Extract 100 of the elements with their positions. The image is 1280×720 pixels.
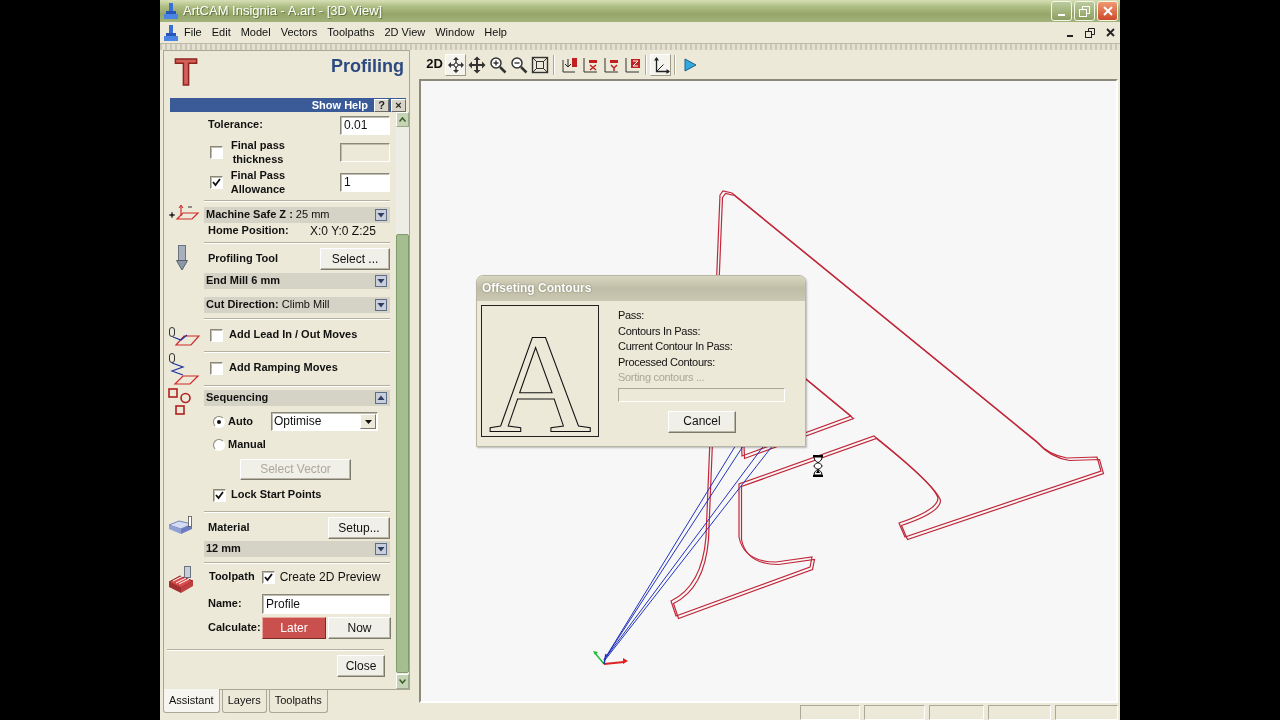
toolpath-stack-icon <box>168 566 194 594</box>
chevron-down-icon <box>399 679 406 684</box>
ramp-icon <box>168 353 200 385</box>
radio-button[interactable] <box>213 415 225 428</box>
logo-mark: T <box>175 55 197 91</box>
scroll-thumb[interactable] <box>396 234 409 673</box>
scrollbar[interactable] <box>396 112 409 689</box>
hourglass-icon <box>812 455 824 477</box>
radio-label: Auto <box>228 414 255 429</box>
scroll-down-button[interactable] <box>396 674 409 689</box>
menu-item[interactable]: Window <box>430 24 480 41</box>
status-panel <box>1055 705 1118 720</box>
toolbar-button[interactable] <box>445 53 466 76</box>
minimize-icon <box>1067 34 1073 37</box>
field-label: Toolpath <box>209 570 255 584</box>
later-button[interactable]: Later <box>262 617 326 639</box>
end-mill-icon <box>175 245 189 271</box>
checkbox-label: Create 2D Preview <box>279 569 381 585</box>
panel-title: Profiling <box>331 55 404 78</box>
checkbox[interactable] <box>213 488 226 502</box>
tolerance-field[interactable]: 0.01 <box>340 115 390 135</box>
scroll-up-button[interactable] <box>396 112 409 127</box>
method-dropdown[interactable]: Optimise <box>271 412 378 431</box>
axis-view-icon <box>559 55 578 74</box>
dropdown-bar[interactable]: Machine Safe Z : 25 mm <box>204 207 390 223</box>
axis-view-icon <box>580 55 599 74</box>
dropdown-bar[interactable]: Cut Direction: Climb Mill <box>204 297 390 313</box>
restore-icon <box>1079 5 1090 17</box>
close-icon <box>1102 6 1113 16</box>
restore-icon <box>1085 27 1095 38</box>
status-panel <box>988 705 1051 720</box>
axes-icon <box>651 55 670 74</box>
dialog-title: Offseting Contours <box>482 281 592 296</box>
field-label: Calculate: <box>207 621 262 635</box>
zoom-in-icon <box>488 55 507 74</box>
radio-label: Manual <box>228 438 266 452</box>
status-panel <box>800 705 860 720</box>
value-field[interactable]: 1 <box>340 172 390 192</box>
menu-item[interactable]: Vectors <box>275 24 323 41</box>
field-label: Material <box>207 521 250 535</box>
restore-button[interactable] <box>1082 25 1098 40</box>
checkbox-label: Final Pass Allowance <box>229 168 287 196</box>
axis-view-icon <box>622 55 641 74</box>
toolbar-button[interactable] <box>650 53 671 76</box>
plane-height-icon <box>168 204 200 222</box>
four-arrows-icon <box>446 55 465 74</box>
panel-tab[interactable]: Toolpaths <box>268 690 328 713</box>
menu-item[interactable]: File <box>179 24 207 41</box>
checkbox[interactable] <box>210 175 223 189</box>
caret-down-icon <box>364 419 372 424</box>
menu-item[interactable]: Model <box>235 24 276 41</box>
status-panel <box>929 705 984 720</box>
field-label: Name: <box>207 597 243 611</box>
checkbox-label: Lock Start Points <box>231 488 322 502</box>
window-title: ArtCAM Insignia - A.art - [3D View] <box>183 2 383 20</box>
name-field[interactable]: Profile <box>262 594 390 614</box>
menu-item[interactable]: 2D View <box>379 24 431 41</box>
field-label: Tolerance: <box>207 118 263 132</box>
setup-button[interactable]: Setup... <box>328 517 390 539</box>
checkbox-label: Add Ramping Moves <box>229 361 338 375</box>
app-icon <box>163 23 179 42</box>
sequence-shapes-icon <box>168 388 194 415</box>
checkbox[interactable] <box>210 328 223 342</box>
lead-in-icon <box>168 326 200 346</box>
now-button[interactable]: Now <box>328 617 391 639</box>
field-label: Profiling Tool <box>207 252 279 266</box>
material-block-icon <box>168 516 194 535</box>
checkbox[interactable] <box>210 361 223 375</box>
cancel-button[interactable]: Cancel <box>668 410 736 433</box>
help-button[interactable]: ? <box>374 98 389 112</box>
panel-tab[interactable]: Assistant <box>163 689 220 713</box>
progress-label: Pass: <box>618 308 645 323</box>
dropdown-bar[interactable]: End Mill 6 mm <box>204 273 390 289</box>
frame-icon <box>530 55 549 74</box>
four-arrows-icon <box>467 55 486 74</box>
menu-item[interactable]: Help <box>479 24 512 41</box>
close-button[interactable]: × <box>391 98 406 112</box>
close-button[interactable]: Close <box>337 655 385 677</box>
dropdown-bar[interactable]: Sequencing <box>204 390 390 406</box>
checkbox-label: Add Lead In / Out Moves <box>229 328 358 342</box>
field-label: Home Position: <box>207 224 290 238</box>
progress-label: Current Contour In Pass: <box>618 339 734 354</box>
view-toggle-button[interactable]: 2D <box>424 53 445 76</box>
dropdown-bar[interactable]: 12 mm <box>204 541 390 557</box>
status-panel <box>864 705 925 720</box>
axes-icon <box>593 651 628 665</box>
select-button[interactable]: Select ... <box>320 248 390 270</box>
menu-item[interactable]: Toolpaths <box>322 24 380 41</box>
chevron-up-icon <box>399 117 406 122</box>
checkbox[interactable] <box>210 145 223 159</box>
axis-view-icon <box>601 55 620 74</box>
help-bar-label: Show Help <box>311 98 368 112</box>
menu-item[interactable]: Edit <box>206 24 236 41</box>
checkbox-label: Final pass thickness <box>230 138 286 166</box>
zoom-out-icon <box>509 55 528 74</box>
app-icon <box>163 2 179 20</box>
radio-button[interactable] <box>213 439 225 451</box>
panel-tab[interactable]: Layers <box>221 690 267 713</box>
home-position-value: X:0 Y:0 Z:25 <box>310 223 376 239</box>
checkbox[interactable] <box>261 570 275 584</box>
